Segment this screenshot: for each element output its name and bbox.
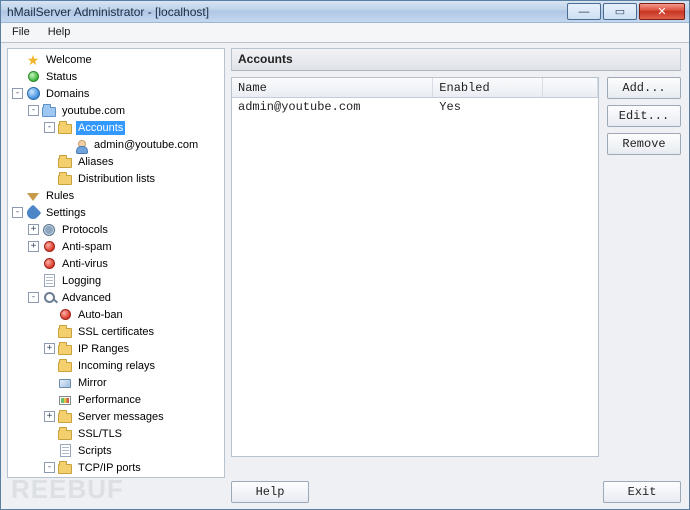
- tree-welcome[interactable]: ★Welcome: [12, 51, 222, 68]
- window-title: hMailServer Administrator - [localhost]: [7, 5, 209, 19]
- tree-anti-virus[interactable]: Anti-virus: [28, 255, 222, 272]
- menu-help[interactable]: Help: [39, 23, 80, 42]
- tree-aliases[interactable]: Aliases: [44, 153, 222, 170]
- tree-view[interactable]: ★Welcome Status -Domains -youtube.com -A…: [7, 48, 225, 478]
- minimize-button[interactable]: —: [567, 3, 601, 20]
- expand-icon[interactable]: +: [28, 224, 39, 235]
- expand-icon[interactable]: +: [44, 411, 55, 422]
- expand-icon[interactable]: +: [44, 343, 55, 354]
- tree-performance[interactable]: Performance: [44, 391, 222, 408]
- account-row[interactable]: admin@youtube.comYes: [232, 98, 598, 116]
- tree-status[interactable]: Status: [12, 68, 222, 85]
- add-button[interactable]: Add...: [607, 77, 681, 99]
- collapse-icon[interactable]: -: [12, 207, 23, 218]
- tree-server-messages[interactable]: +Server messages: [44, 408, 222, 425]
- collapse-icon[interactable]: -: [44, 122, 55, 133]
- tree-ip-ranges[interactable]: +IP Ranges: [44, 340, 222, 357]
- listview-header: Name Enabled: [232, 78, 598, 98]
- menu-file[interactable]: File: [3, 23, 39, 42]
- tree-ssl-tls[interactable]: SSL/TLS: [44, 425, 222, 442]
- tree-scripts[interactable]: Scripts: [44, 442, 222, 459]
- maximize-button[interactable]: ▭: [603, 3, 637, 20]
- tree-accounts-label: Accounts: [76, 121, 125, 135]
- edit-button[interactable]: Edit...: [607, 105, 681, 127]
- title-bar[interactable]: hMailServer Administrator - [localhost] …: [1, 1, 689, 23]
- tree-domain-youtube[interactable]: -youtube.com: [28, 102, 222, 119]
- close-button[interactable]: ✕: [639, 3, 685, 20]
- tree-advanced[interactable]: -Advanced: [28, 289, 222, 306]
- tree-port-25[interactable]: 0.0.0.0 / 25 / SMTP: [60, 476, 222, 478]
- help-button[interactable]: Help: [231, 481, 309, 503]
- tree-domains[interactable]: -Domains: [12, 85, 222, 102]
- account-enabled: Yes: [433, 98, 543, 116]
- panel-title: Accounts: [231, 48, 681, 71]
- collapse-icon[interactable]: -: [28, 105, 39, 116]
- tree-accounts[interactable]: - Accounts: [44, 119, 222, 136]
- tree-mirror[interactable]: Mirror: [44, 374, 222, 391]
- collapse-icon[interactable]: -: [44, 462, 55, 473]
- remove-button[interactable]: Remove: [607, 133, 681, 155]
- tree-settings[interactable]: -Settings: [12, 204, 222, 221]
- tree-anti-spam[interactable]: +Anti-spam: [28, 238, 222, 255]
- column-enabled[interactable]: Enabled: [433, 78, 543, 97]
- exit-button[interactable]: Exit: [603, 481, 681, 503]
- tree-logging[interactable]: Logging: [28, 272, 222, 289]
- tree-protocols[interactable]: +Protocols: [28, 221, 222, 238]
- column-spacer: [543, 78, 598, 97]
- tree-incoming-relays[interactable]: Incoming relays: [44, 357, 222, 374]
- tree-distribution-lists[interactable]: Distribution lists: [44, 170, 222, 187]
- collapse-icon[interactable]: -: [28, 292, 39, 303]
- expand-icon[interactable]: +: [28, 241, 39, 252]
- tree-auto-ban[interactable]: Auto-ban: [44, 306, 222, 323]
- tree-tcpip-ports[interactable]: -TCP/IP ports: [44, 459, 222, 476]
- tree-rules[interactable]: Rules: [12, 187, 222, 204]
- tree-ssl-certificates[interactable]: SSL certificates: [44, 323, 222, 340]
- column-name[interactable]: Name: [232, 78, 433, 97]
- app-window: hMailServer Administrator - [localhost] …: [0, 0, 690, 510]
- collapse-icon[interactable]: -: [12, 88, 23, 99]
- account-name: admin@youtube.com: [232, 98, 433, 116]
- tree-account-admin[interactable]: admin@youtube.com: [60, 136, 222, 153]
- accounts-listview[interactable]: Name Enabled admin@youtube.comYes: [231, 77, 599, 457]
- menu-bar: File Help: [1, 23, 689, 43]
